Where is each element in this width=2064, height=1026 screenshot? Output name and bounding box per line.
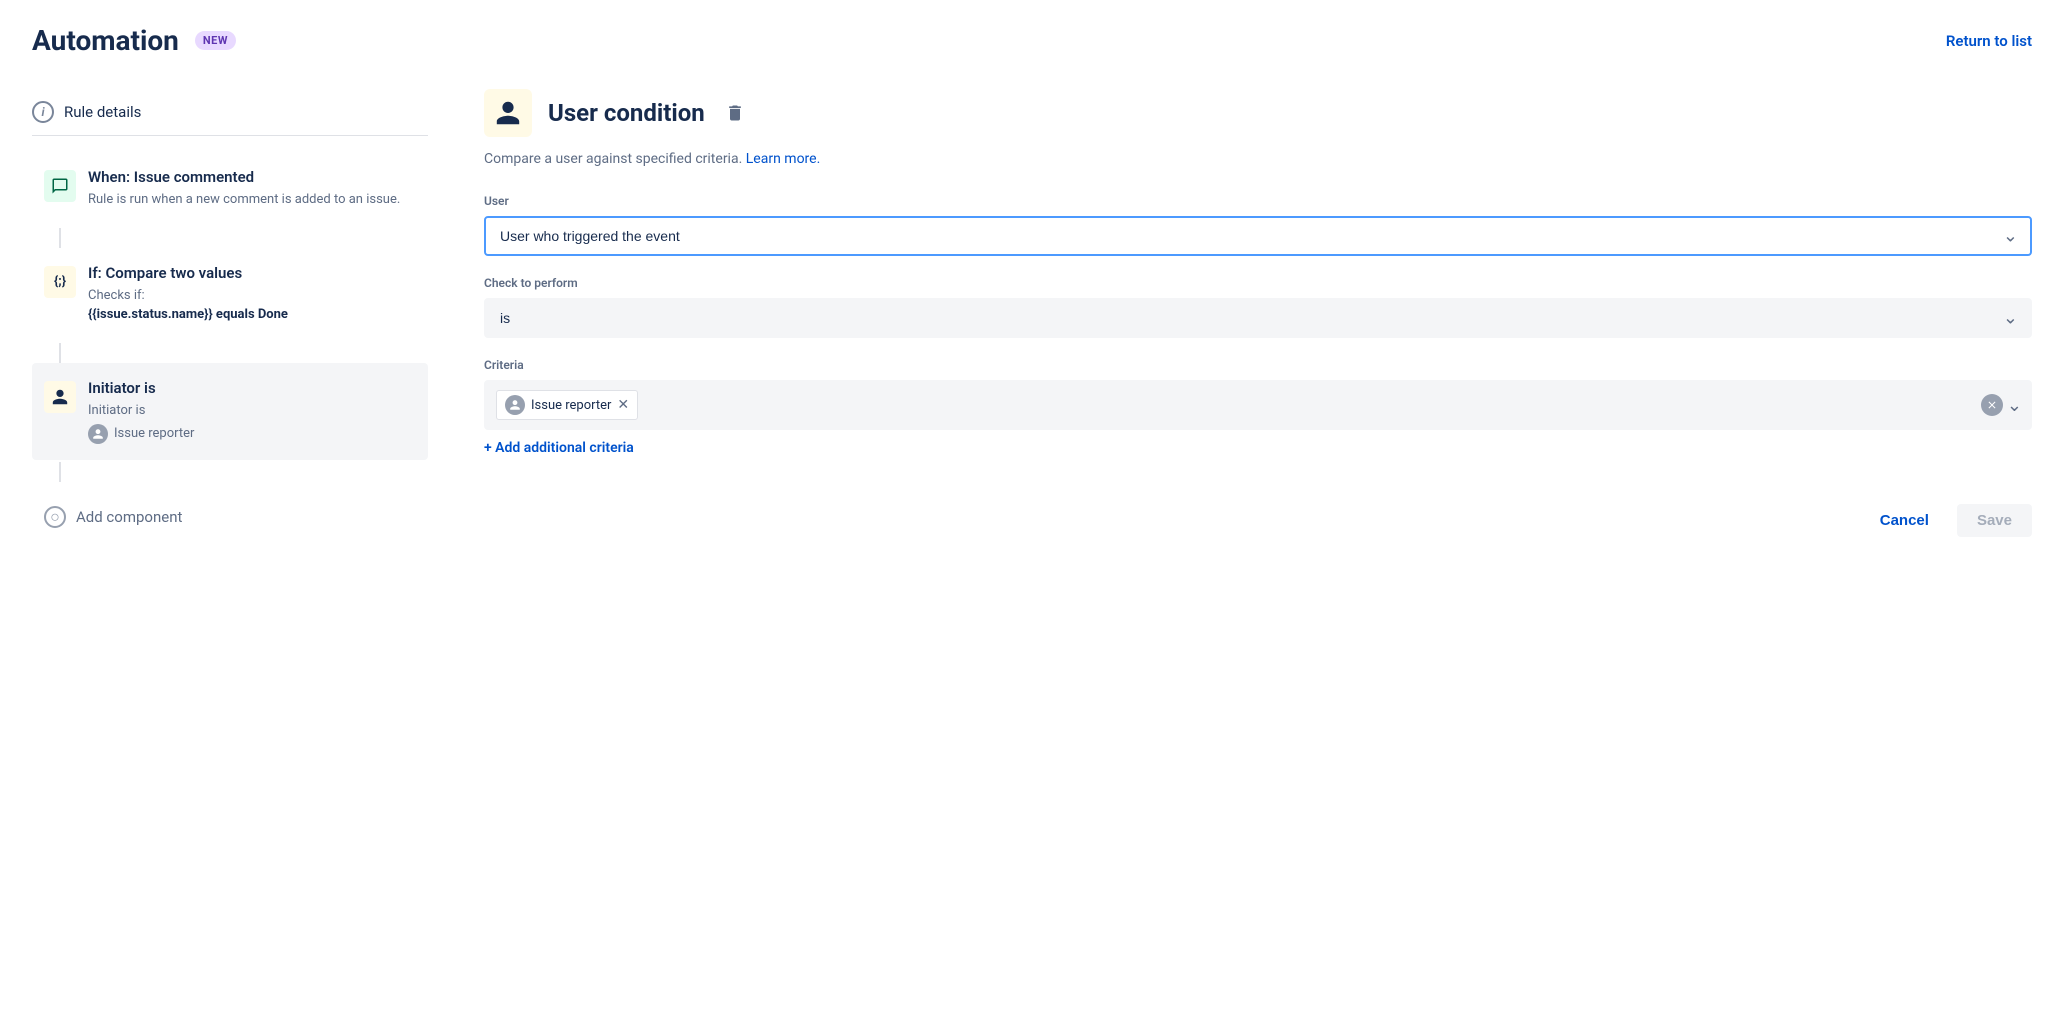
compare-checks-prefix: Checks if: [88, 288, 145, 303]
header: Automation NEW Return to list [32, 24, 2032, 57]
add-component-label: Add component [76, 508, 182, 526]
panel-icon [484, 89, 532, 137]
panel-description-text: Compare a user against specified criteri… [484, 151, 742, 167]
header-left: Automation NEW [32, 24, 236, 57]
add-criteria-button[interactable]: + Add additional criteria [484, 440, 634, 456]
connector-line-3 [59, 462, 61, 482]
sidebar-item-when-issue-commented[interactable]: When: Issue commented Rule is run when a… [32, 152, 428, 226]
user-label: User [484, 194, 2032, 208]
connector-line-2 [59, 343, 61, 363]
initiator-is-desc-text: Initiator is [88, 403, 145, 418]
check-form-group: Check to perform is is not ⌄ [484, 276, 2032, 338]
info-icon: i [32, 101, 54, 123]
form-actions: Cancel Save [484, 488, 2032, 537]
sidebar-item-if-compare[interactable]: {;} If: Compare two values Checks if: {{… [32, 248, 428, 341]
panel-title: User condition [548, 99, 705, 127]
rule-details-label: Rule details [64, 103, 141, 121]
page-title: Automation [32, 24, 179, 57]
criteria-tag: Issue reporter ✕ [496, 390, 638, 420]
learn-more-link[interactable]: Learn more. [746, 151, 821, 167]
right-panel: User condition Compare a user against sp… [452, 89, 2032, 1002]
add-component-button[interactable]: ○ Add component [32, 490, 428, 544]
compare-values-title: If: Compare two values [88, 264, 416, 282]
return-to-list-link[interactable]: Return to list [1946, 32, 2032, 50]
criteria-chevron[interactable]: ⌄ [2007, 395, 2022, 416]
issue-commented-title: When: Issue commented [88, 168, 416, 186]
compare-values-desc: Checks if: {{issue.status.name}} equals … [88, 286, 416, 325]
criteria-label: Criteria [484, 358, 2032, 372]
issue-commented-content: When: Issue commented Rule is run when a… [88, 168, 416, 210]
reporter-avatar [88, 424, 108, 444]
check-select-wrapper: is is not ⌄ [484, 298, 2032, 338]
initiator-is-icon [44, 381, 76, 413]
initiator-is-content: Initiator is Initiator is Issue reporter [88, 379, 416, 445]
new-badge: NEW [195, 31, 236, 50]
sidebar-rule-details[interactable]: i Rule details [32, 89, 428, 136]
criteria-field-actions: ⌄ [1981, 394, 2022, 416]
initiator-sub-label: Issue reporter [114, 424, 194, 444]
initiator-is-title: Initiator is [88, 379, 416, 397]
delete-button[interactable] [721, 99, 749, 127]
compare-checks-bold: {{issue.status.name}} equals Done [88, 307, 288, 322]
cancel-button[interactable]: Cancel [1864, 504, 1945, 537]
criteria-clear-button[interactable] [1981, 394, 2003, 416]
sidebar: i Rule details When: Issue commented Rul… [32, 89, 452, 1002]
compare-values-icon: {;} [44, 266, 76, 298]
compare-values-content: If: Compare two values Checks if: {{issu… [88, 264, 416, 325]
criteria-tag-label: Issue reporter [531, 398, 611, 413]
issue-commented-icon [44, 170, 76, 202]
main-content: i Rule details When: Issue commented Rul… [32, 89, 2032, 1002]
panel-description: Compare a user against specified criteri… [484, 149, 2032, 170]
panel-header: User condition [484, 89, 2032, 137]
user-select[interactable]: User who triggered the event Issue repor… [484, 216, 2032, 256]
check-select[interactable]: is is not [484, 298, 2032, 338]
initiator-is-sub: Issue reporter [88, 424, 416, 444]
criteria-form-group: Criteria Issue reporter ✕ [484, 358, 2032, 456]
sidebar-item-initiator-is[interactable]: Initiator is Initiator is Issue reporter [32, 363, 428, 461]
check-label: Check to perform [484, 276, 2032, 290]
connector-line-1 [59, 228, 61, 248]
criteria-tag-avatar [505, 395, 525, 415]
issue-commented-desc: Rule is run when a new comment is added … [88, 190, 416, 210]
user-select-wrapper: User who triggered the event Issue repor… [484, 216, 2032, 256]
initiator-is-desc: Initiator is Issue reporter [88, 401, 416, 445]
save-button[interactable]: Save [1957, 504, 2032, 537]
criteria-field[interactable]: Issue reporter ✕ ⌄ [484, 380, 2032, 430]
criteria-tag-remove[interactable]: ✕ [617, 398, 629, 412]
add-component-circle: ○ [44, 506, 66, 528]
user-form-group: User User who triggered the event Issue … [484, 194, 2032, 256]
